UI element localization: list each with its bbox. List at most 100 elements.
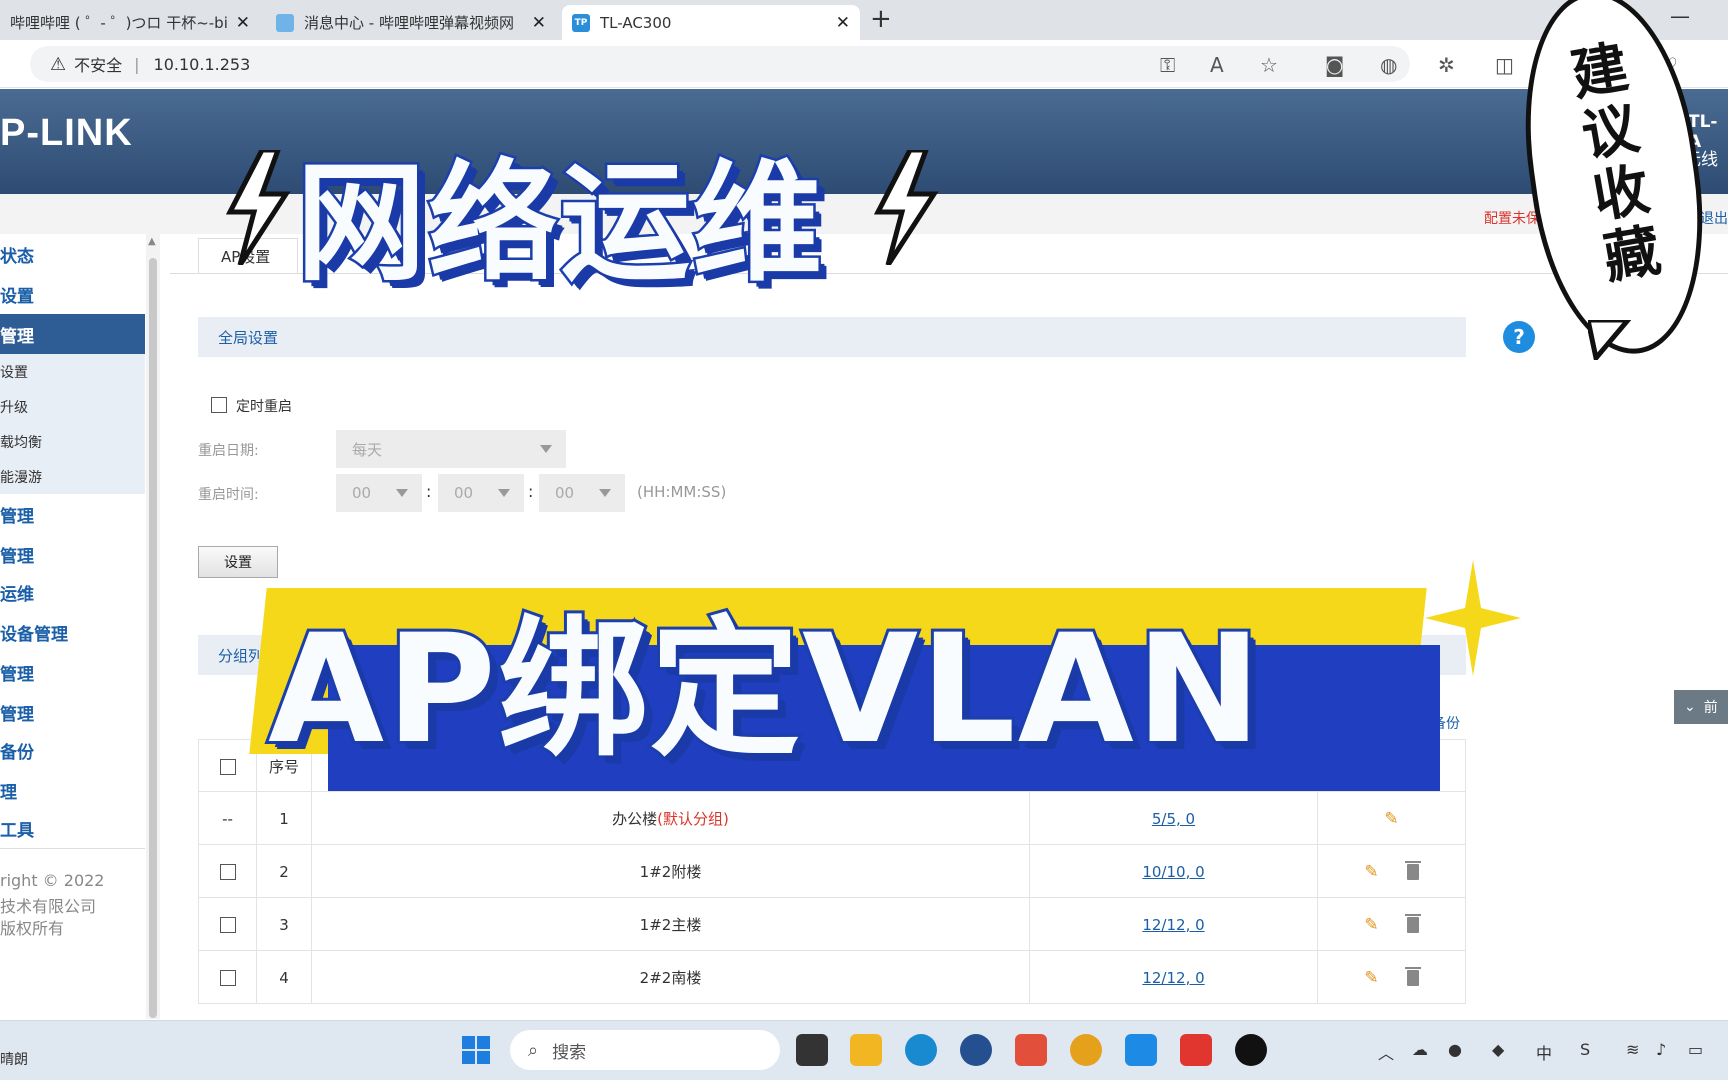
edge-browser-icon[interactable] <box>905 1034 937 1066</box>
copyright-line-1: right © 2022 <box>0 871 105 890</box>
vpn-app-icon[interactable] <box>960 1034 992 1066</box>
read-aloud-icon[interactable]: A <box>1210 53 1224 77</box>
wps-office-icon[interactable] <box>1180 1034 1212 1066</box>
lightning-bolt-icon <box>873 150 939 265</box>
sidebar-sub-upgrade[interactable]: 升级 <box>0 389 145 424</box>
row-checkbox[interactable] <box>219 916 236 933</box>
sidebar-item-management[interactable]: 管理 <box>0 314 145 354</box>
ap-count-link[interactable]: 5/5, 0 <box>1152 810 1195 828</box>
edit-pencil-icon[interactable]: ✎ <box>1364 862 1378 882</box>
bilibili-favicon-icon <box>276 13 294 32</box>
sidebar-item-admin[interactable]: 理 <box>0 770 145 810</box>
favorite-star-icon[interactable]: ☆ <box>1260 53 1278 77</box>
reboot-date-select[interactable]: 每天 <box>336 430 566 468</box>
remote-app-icon[interactable] <box>1125 1034 1157 1066</box>
delete-trash-icon[interactable] <box>1404 860 1421 880</box>
minimize-button[interactable]: — <box>1670 4 1690 28</box>
sidebar-item-ops[interactable]: 运维 <box>0 572 145 612</box>
sidebar-sub-load-balance[interactable]: 载均衡 <box>0 424 145 459</box>
tray-expand-icon[interactable]: ︿ <box>1378 1040 1394 1064</box>
address-bar[interactable]: ⚠ 不安全 | 10.10.1.253 <box>30 46 1410 82</box>
wifi-icon[interactable]: ≋ <box>1626 1040 1639 1059</box>
tab-message-center[interactable]: 消息中心 - 哔哩哔哩弹幕视频网 ✕ <box>266 5 556 40</box>
close-icon[interactable]: ✕ <box>236 13 250 33</box>
edit-pencil-icon[interactable]: ✎ <box>1364 968 1378 988</box>
timed-reboot-checkbox[interactable] <box>211 397 227 413</box>
set-button[interactable]: 设置 <box>198 546 278 578</box>
sidebar-item-mgmt-d[interactable]: 管理 <box>0 692 145 732</box>
scrollbar-thumb[interactable] <box>149 258 157 1018</box>
browser-tab-bar: 哔哩哔哩 ( ゜- ゜)つロ 干杯~-bilib ✕ 消息中心 - 哔哩哔哩弹幕… <box>0 0 1728 40</box>
ap-count-link[interactable]: 12/12, 0 <box>1142 916 1204 934</box>
sparkle-star-icon <box>1425 560 1521 676</box>
close-icon[interactable]: ✕ <box>532 13 546 33</box>
sidebar-sub-settings[interactable]: 设置 <box>0 354 145 389</box>
edit-pencil-icon[interactable]: ✎ <box>1364 915 1378 935</box>
sidebar-item-tools[interactable]: 工具 <box>0 808 145 848</box>
sidebar-item-mgmt-b[interactable]: 管理 <box>0 534 145 574</box>
close-icon[interactable]: ✕ <box>836 13 850 33</box>
delete-trash-icon[interactable] <box>1404 966 1421 986</box>
row-checkbox[interactable] <box>219 863 236 880</box>
select-all-checkbox[interactable] <box>219 758 236 775</box>
sidebar-item-device-mgmt[interactable]: 设备管理 <box>0 612 145 652</box>
tplink-favicon-icon: TP <box>572 13 590 32</box>
cloud-icon[interactable]: ☁ <box>1412 1040 1428 1059</box>
sidebar-scrollbar[interactable]: ▲ <box>146 234 160 1019</box>
ap-count-link[interactable]: 10/10, 0 <box>1142 863 1204 881</box>
ime-indicator[interactable]: 中 <box>1536 1040 1552 1064</box>
edit-pencil-icon[interactable]: ✎ <box>1384 809 1398 829</box>
reboot-hour-select[interactable]: 00 <box>336 474 422 512</box>
file-explorer-icon[interactable] <box>850 1034 882 1066</box>
task-view-icon[interactable] <box>796 1034 828 1066</box>
reboot-time-label: 重启时间: <box>198 487 259 503</box>
puzzle-icon[interactable]: ✲ <box>1438 53 1455 77</box>
wechat-icon[interactable]: ● <box>1448 1040 1462 1059</box>
globe-extension-icon[interactable]: ◍ <box>1380 53 1397 77</box>
timed-reboot-label: 定时重启 <box>236 399 292 415</box>
sidebar: 状态 设置 管理 设置 升级 载均衡 能漫游 管理 管理 运维 设备管理 管理 … <box>0 234 145 1019</box>
sidebar-sub-roaming[interactable]: 能漫游 <box>0 459 145 494</box>
copyright-line-2: 技术有限公司 <box>0 897 97 916</box>
global-settings-panel: 全局设置 <box>198 317 1466 357</box>
delete-trash-icon[interactable] <box>1404 913 1421 933</box>
side-nav-button[interactable]: ⌄ 前 <box>1674 690 1728 724</box>
record-app-icon[interactable] <box>1235 1034 1267 1066</box>
tray-app-icon[interactable]: S <box>1580 1040 1590 1059</box>
volume-icon[interactable]: ♪ <box>1656 1040 1666 1059</box>
chevron-down-icon: ⌄ <box>1684 699 1696 715</box>
windows-start-icon[interactable] <box>460 1034 492 1066</box>
address-toolbar: ⚠ 不安全 | 10.10.1.253 <box>0 40 1728 88</box>
lightning-bolt-icon <box>225 150 291 265</box>
taskbar-search[interactable]: ⌕ 搜索 <box>510 1030 780 1070</box>
sidebar-item-mgmt-a[interactable]: 管理 <box>0 494 145 534</box>
overlay-title-bottom: AP绑定VLAN <box>265 600 1264 780</box>
reboot-second-select[interactable]: 00 <box>539 474 625 512</box>
table-row: 2 1#2附楼 10/10, 0 ✎ <box>198 845 1466 898</box>
reboot-minute-select[interactable]: 00 <box>438 474 524 512</box>
ap-count-link[interactable]: 12/12, 0 <box>1142 969 1204 987</box>
battery-icon[interactable]: ▭ <box>1688 1040 1703 1059</box>
sidebar-item-mgmt-c[interactable]: 管理 <box>0 652 145 692</box>
app-grid-icon[interactable] <box>1015 1034 1047 1066</box>
sidebar-item-backup[interactable]: 备份 <box>0 730 145 770</box>
help-icon[interactable]: ? <box>1503 321 1535 353</box>
warning-icon: ⚠ <box>50 53 67 75</box>
logout-link[interactable]: 退出 <box>1700 208 1728 228</box>
tab-tl-ac300[interactable]: TP TL-AC300 ✕ <box>562 5 860 40</box>
tab-bilibili[interactable]: 哔哩哔哩 ( ゜- ゜)つロ 干杯~-bilib ✕ <box>0 5 260 40</box>
app-tray-icon[interactable]: ◆ <box>1492 1040 1504 1059</box>
sidebar-item-settings[interactable]: 设置 <box>0 274 145 314</box>
key-icon[interactable]: ⚿ <box>1160 53 1175 77</box>
screen: 哔哩哔哩 ( ゜- ゜)つロ 干杯~-bilib ✕ 消息中心 - 哔哩哔哩弹幕… <box>0 0 1728 1080</box>
sidebar-item-status[interactable]: 状态 <box>0 234 145 274</box>
chrome-browser-icon[interactable] <box>1070 1034 1102 1066</box>
table-row: 3 1#2主楼 12/12, 0 ✎ <box>198 898 1466 951</box>
new-tab-button[interactable]: + <box>870 4 892 34</box>
row-checkbox[interactable] <box>219 969 236 986</box>
time-format-hint: (HH:MM:SS) <box>637 483 727 501</box>
split-screen-icon[interactable]: ◫ <box>1495 53 1514 77</box>
extension-icon[interactable]: ◙ <box>1325 53 1344 77</box>
scroll-up-icon[interactable]: ▲ <box>148 236 156 247</box>
url-text: 10.10.1.253 <box>153 54 251 74</box>
